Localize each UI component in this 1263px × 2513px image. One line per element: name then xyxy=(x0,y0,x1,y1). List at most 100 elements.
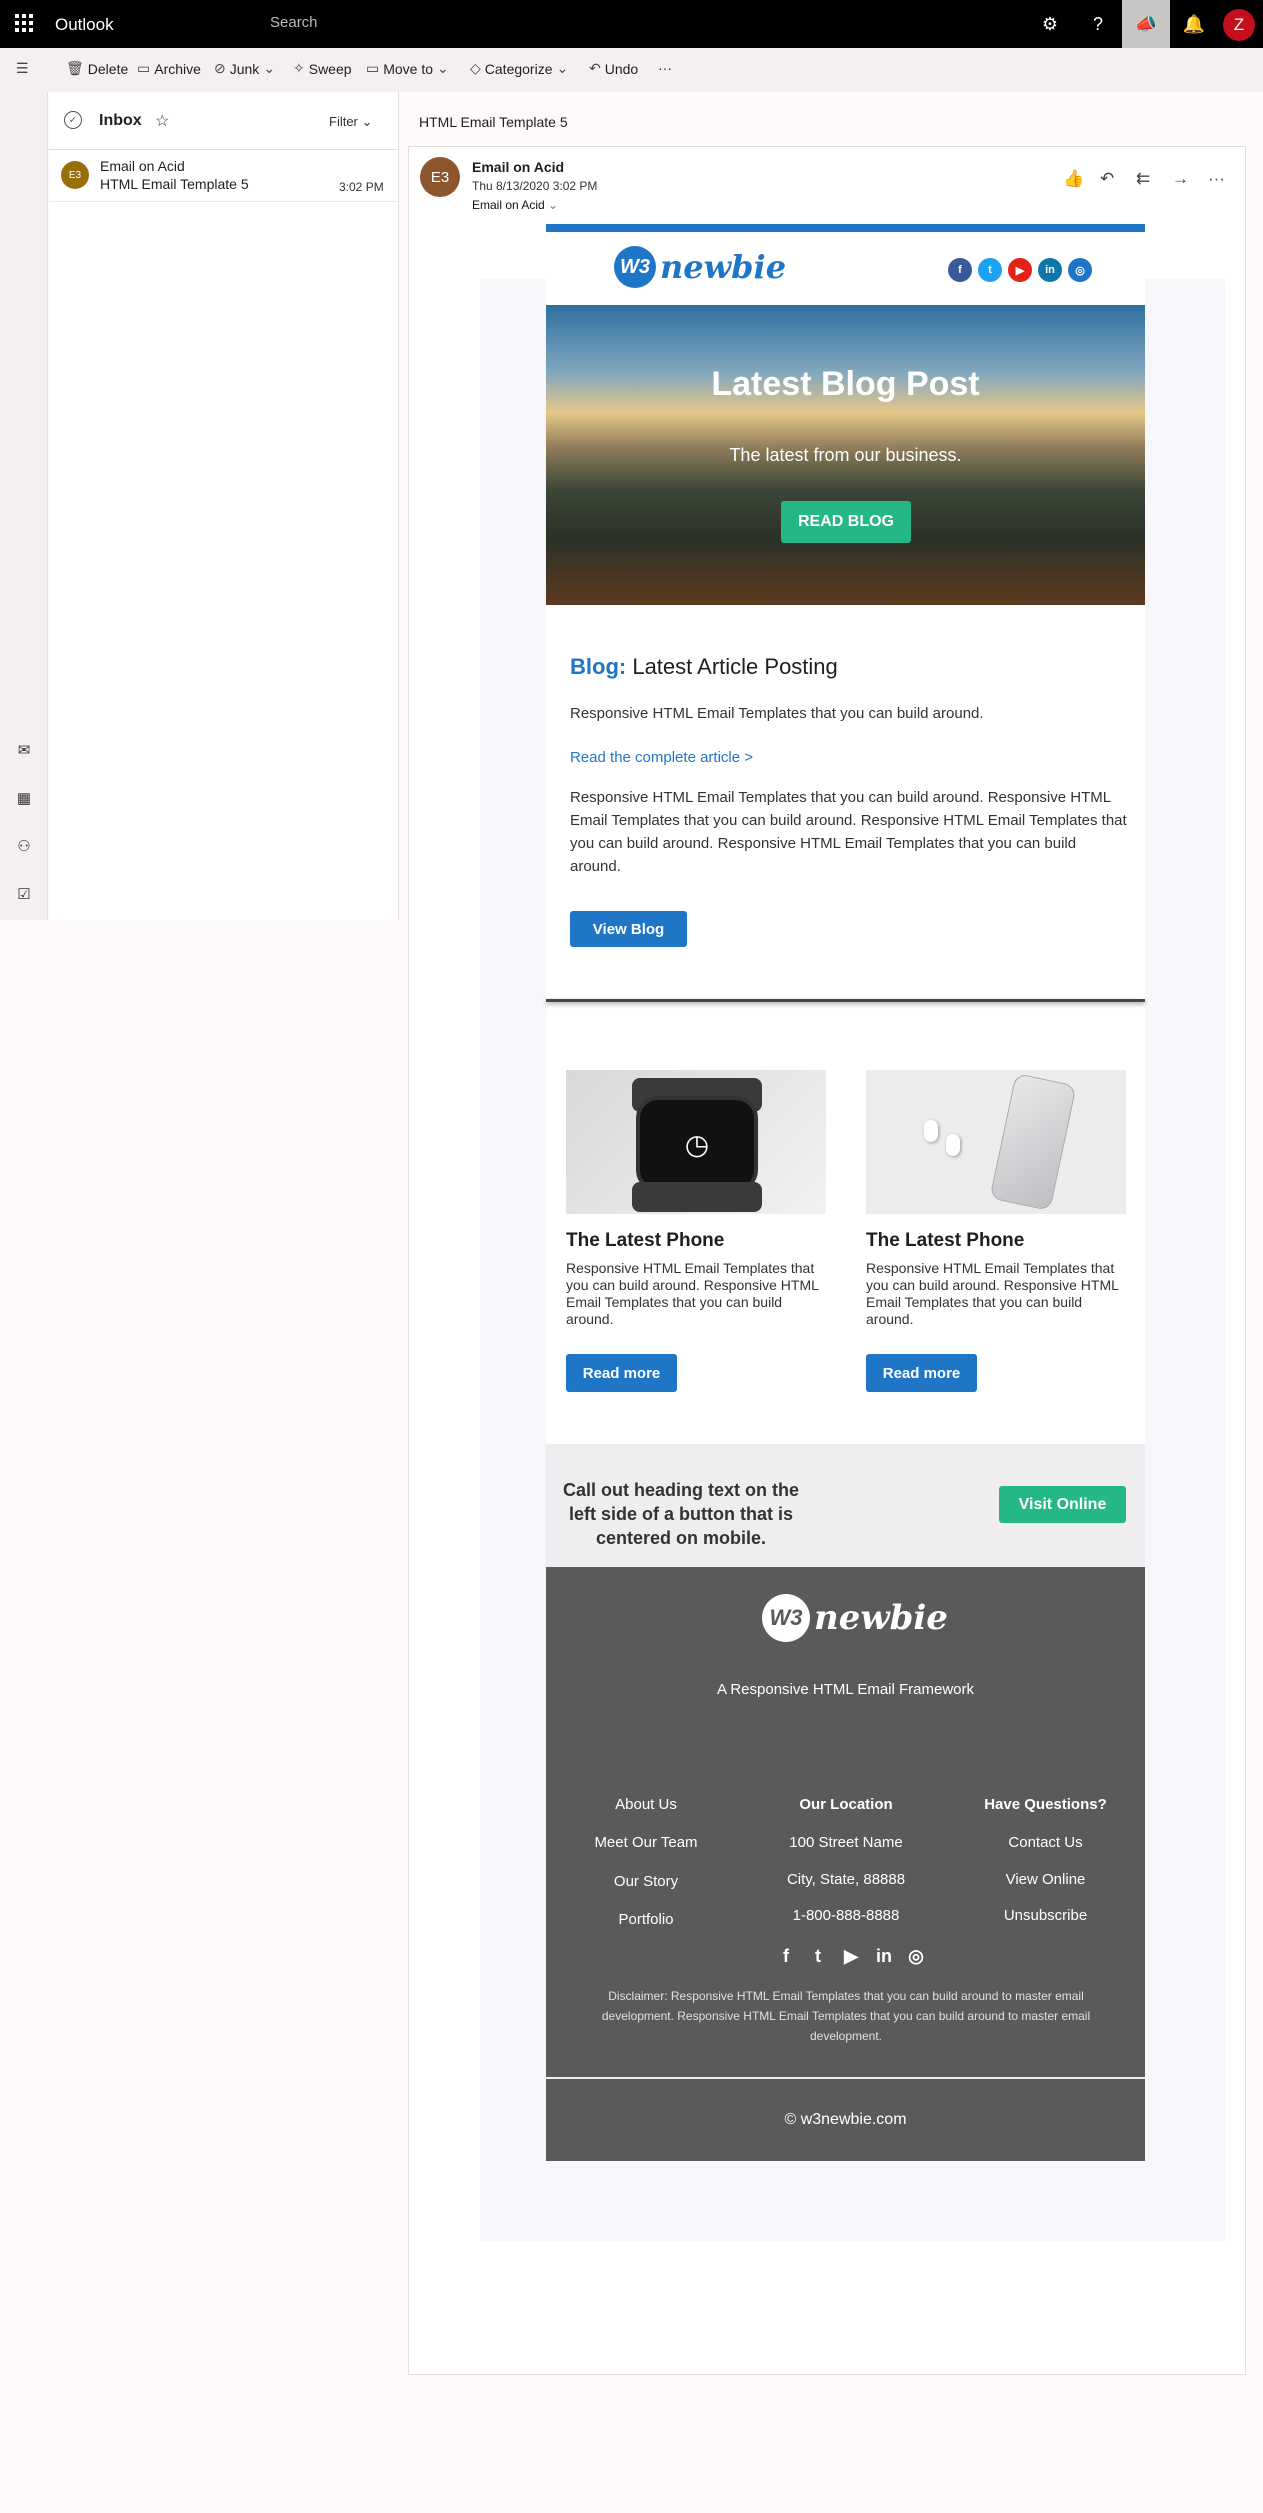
linkedin-icon[interactable]: in xyxy=(1038,258,1062,282)
read-more-button[interactable]: Read more xyxy=(866,1354,977,1392)
footer-address: 100 Street Name xyxy=(789,1834,903,1851)
command-bar: ☰ 🗑 Delete ▭ Archive ⊘ Junk ⌄ ✧ Sweep ▭ Move t… xyxy=(0,48,1263,92)
email-logo[interactable]: W3 newbie xyxy=(614,246,786,288)
app-launcher-icon[interactable] xyxy=(15,14,33,32)
chevron-down-icon: ⌄ xyxy=(556,60,569,76)
favorite-star-icon[interactable]: ☆ xyxy=(155,111,169,131)
chevron-down-icon: ⌄ xyxy=(437,60,449,76)
email-content: W3 newbie f t ▶ in ◎ Latest Blog Post Th… xyxy=(546,224,1145,2161)
hero-title: Latest Blog Post xyxy=(711,365,980,403)
product-text: Responsive HTML Email Templates that you… xyxy=(566,1260,819,1327)
footer-location-heading: Our Location xyxy=(799,1796,893,1813)
trash-icon: 🗑 xyxy=(66,60,84,76)
footer-phone[interactable]: 1-800-888-8888 xyxy=(746,1907,946,1924)
footer-link-story[interactable]: Our Story xyxy=(546,1873,746,1890)
user-avatar[interactable]: Z xyxy=(1223,9,1255,41)
twitter-icon[interactable]: t xyxy=(978,258,1002,282)
read-article-link[interactable]: Read the complete article > xyxy=(570,746,753,769)
folder-move-icon: ▭ xyxy=(366,60,380,76)
message-row[interactable]: E3 Email on Acid HTML Email Template 5 3… xyxy=(49,150,399,202)
youtube-icon[interactable]: ▶ xyxy=(1008,258,1032,282)
recipient[interactable]: Email on Acid ⌄ xyxy=(472,198,558,212)
search-input[interactable]: Search xyxy=(270,14,318,31)
linkedin-icon[interactable]: in xyxy=(872,1944,896,1968)
top-bar: Outlook Search ⚙ ? 📣 🔔 Z xyxy=(0,0,1263,48)
message-subject: HTML Email Template 5 xyxy=(100,176,249,192)
footer-link-unsubscribe[interactable]: Unsubscribe xyxy=(946,1907,1145,1924)
more-commands-button[interactable]: ··· xyxy=(658,60,672,76)
settings-gear-icon[interactable]: ⚙ xyxy=(1026,0,1074,48)
product-text: Responsive HTML Email Templates that you… xyxy=(866,1260,1119,1327)
undo-button[interactable]: ↶ Undo xyxy=(589,60,638,77)
footer-logo[interactable]: W3 newbie xyxy=(762,1594,948,1642)
chevron-down-icon: ⌄ xyxy=(263,60,276,76)
block-icon: ⊘ xyxy=(214,60,226,76)
phone-icon xyxy=(989,1072,1077,1212)
undo-icon: ↶ xyxy=(589,60,601,76)
tag-icon: ◇ xyxy=(470,60,481,76)
earbud-icon xyxy=(924,1120,938,1142)
sender-avatar: E3 xyxy=(420,157,460,197)
more-actions-icon[interactable]: ··· xyxy=(1208,169,1225,189)
product-image-watch: ◷ xyxy=(566,1070,826,1214)
forward-icon[interactable]: → xyxy=(1172,169,1189,189)
notifications-bell-icon[interactable]: 🔔 xyxy=(1170,0,1218,48)
tasks-icon[interactable]: ☑ xyxy=(12,882,36,906)
view-blog-button[interactable]: View Blog xyxy=(570,911,687,947)
select-all-check-icon[interactable]: ✓ xyxy=(64,111,82,129)
junk-button[interactable]: ⊘ Junk ⌄ xyxy=(214,60,275,77)
footer-link-portfolio[interactable]: Portfolio xyxy=(546,1911,746,1928)
footer-disclaimer: Disclaimer: Responsive HTML Email Templa… xyxy=(601,1989,1091,2043)
footer-copyright: © w3newbie.com xyxy=(784,2111,907,2128)
watch-face-icon: ◷ xyxy=(636,1096,758,1192)
callout-text: Call out heading text on the left side o… xyxy=(562,1480,799,1548)
footer-city: City, State, 88888 xyxy=(786,1871,906,1888)
youtube-icon[interactable]: ▶ xyxy=(839,1944,863,1968)
feedback-megaphone-icon[interactable]: 📣 xyxy=(1122,0,1170,48)
left-rail: ✉ ▦ ⚇ ☑ xyxy=(0,92,48,920)
footer-divider xyxy=(546,2077,1145,2079)
section-divider xyxy=(546,999,1145,1002)
archive-button[interactable]: ▭ Archive xyxy=(137,60,201,77)
sender-avatar: E3 xyxy=(61,161,89,189)
move-to-button[interactable]: ▭ Move to ⌄ xyxy=(366,60,449,77)
reply-icon[interactable]: ↶ xyxy=(1100,169,1114,189)
categorize-button[interactable]: ◇ Categorize ⌄ xyxy=(470,60,568,77)
mail-icon[interactable]: ✉ xyxy=(12,738,36,762)
folder-title: Inbox xyxy=(99,112,142,129)
product-title: The Latest Phone xyxy=(866,1230,1025,1251)
instagram-icon[interactable]: ◎ xyxy=(904,1944,928,1968)
blog-body: Responsive HTML Email Templates that you… xyxy=(570,789,1127,875)
product-title: The Latest Phone xyxy=(566,1230,725,1251)
message-date: Thu 8/13/2020 3:02 PM xyxy=(472,179,598,193)
read-more-button[interactable]: Read more xyxy=(566,1354,677,1392)
calendar-icon[interactable]: ▦ xyxy=(12,786,36,810)
callout-section: Call out heading text on the left side o… xyxy=(546,1444,1145,1567)
visit-online-button[interactable]: Visit Online xyxy=(999,1486,1126,1523)
reply-all-icon[interactable]: ⇇ xyxy=(1136,169,1150,189)
expand-recipients-icon[interactable]: ⌄ xyxy=(548,198,558,212)
footer-link-contact[interactable]: Contact Us xyxy=(946,1834,1145,1851)
instagram-icon[interactable]: ◎ xyxy=(1068,258,1092,282)
navigation-menu-icon[interactable]: ☰ xyxy=(16,60,29,77)
blog-heading: Blog: Latest Article Posting xyxy=(570,654,838,679)
people-icon[interactable]: ⚇ xyxy=(12,834,36,858)
message-time: 3:02 PM xyxy=(339,180,384,194)
email-footer xyxy=(546,1567,1145,2161)
blog-intro: Responsive HTML Email Templates that you… xyxy=(570,705,984,722)
delete-button[interactable]: 🗑 Delete xyxy=(66,60,128,77)
filter-button[interactable]: Filter ⌄ xyxy=(329,114,372,130)
footer-link-view-online[interactable]: View Online xyxy=(946,1871,1145,1888)
like-icon[interactable]: 👍 xyxy=(1063,169,1084,189)
read-blog-button[interactable]: READ BLOG xyxy=(781,501,911,543)
app-name[interactable]: Outlook xyxy=(55,15,114,35)
facebook-icon[interactable]: f xyxy=(774,1944,798,1968)
sender-name[interactable]: Email on Acid xyxy=(472,159,564,175)
footer-link-team[interactable]: Meet Our Team xyxy=(546,1834,746,1851)
facebook-icon[interactable]: f xyxy=(948,258,972,282)
help-icon[interactable]: ? xyxy=(1074,0,1122,48)
footer-questions-heading: Have Questions? xyxy=(984,1796,1107,1813)
footer-link-about[interactable]: About Us xyxy=(546,1796,746,1813)
sweep-button[interactable]: ✧ Sweep xyxy=(293,60,352,77)
twitter-icon[interactable]: t xyxy=(806,1944,830,1968)
